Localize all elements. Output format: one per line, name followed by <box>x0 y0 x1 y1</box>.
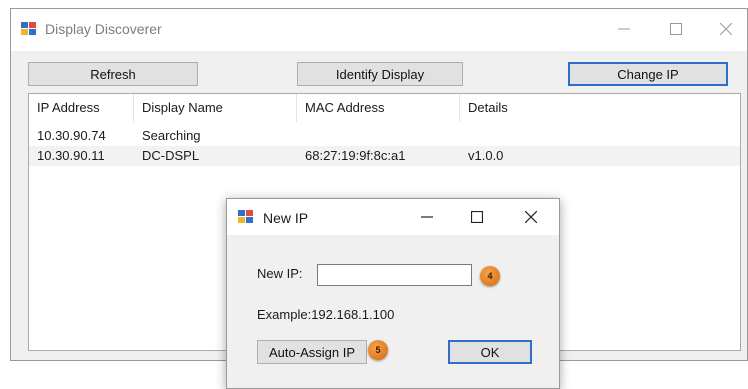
cell-display-name: DC-DSPL <box>142 148 200 163</box>
column-header-display-name[interactable]: Display Name <box>134 94 297 122</box>
cell-display-name: Searching <box>142 128 201 143</box>
cell-ip-address: 10.30.90.11 <box>37 148 105 163</box>
column-header-mac-address[interactable]: MAC Address <box>297 94 460 122</box>
table-row[interactable]: 10.30.90.74 Searching <box>29 126 740 146</box>
minimize-icon <box>618 28 630 30</box>
column-header-ip-address[interactable]: IP Address <box>29 94 134 122</box>
window-title: Display Discoverer <box>45 21 162 37</box>
dialog-close-button[interactable] <box>511 203 551 231</box>
example-text: Example:192.168.1.100 <box>257 307 395 322</box>
cell-ip-address: 10.30.90.74 <box>37 128 106 143</box>
dialog-minimize-button[interactable] <box>407 203 447 231</box>
app-icon <box>238 210 253 223</box>
dialog-maximize-button[interactable] <box>457 203 497 231</box>
step-5-callout: 5 <box>368 340 388 360</box>
close-button[interactable] <box>703 14 748 44</box>
close-icon <box>720 23 732 35</box>
column-header-details[interactable]: Details <box>460 94 580 122</box>
dialog-title-bar[interactable]: New IP <box>227 199 559 235</box>
new-ip-label: New IP: <box>257 266 303 281</box>
close-icon <box>525 211 537 223</box>
maximize-button[interactable] <box>653 14 699 44</box>
cell-details: v1.0.0 <box>468 148 504 163</box>
cell-mac-address: 68:27:19:9f:8c:a1 <box>305 148 406 163</box>
app-icon <box>21 22 36 35</box>
minimize-icon <box>421 216 433 218</box>
new-ip-dialog: New IP New IP: 4 Example:192.168.1.100 A… <box>226 198 560 389</box>
maximize-icon <box>670 23 682 35</box>
list-header: IP Address Display Name MAC Address Deta… <box>29 94 740 122</box>
title-bar[interactable]: Display Discoverer <box>11 9 747 51</box>
step-4-callout: 4 <box>480 266 500 286</box>
dialog-title: New IP <box>263 210 309 226</box>
new-ip-input[interactable] <box>317 264 472 286</box>
ok-button[interactable]: OK <box>448 340 532 364</box>
refresh-button[interactable]: Refresh <box>28 62 198 86</box>
identify-display-button[interactable]: Identify Display <box>297 62 463 86</box>
change-ip-button[interactable]: Change IP <box>568 62 728 86</box>
table-row[interactable]: 10.30.90.11 DC-DSPL 68:27:19:9f:8c:a1 v1… <box>29 146 740 166</box>
auto-assign-ip-button[interactable]: Auto-Assign IP <box>257 340 367 364</box>
maximize-icon <box>471 211 483 223</box>
minimize-button[interactable] <box>601 14 647 44</box>
